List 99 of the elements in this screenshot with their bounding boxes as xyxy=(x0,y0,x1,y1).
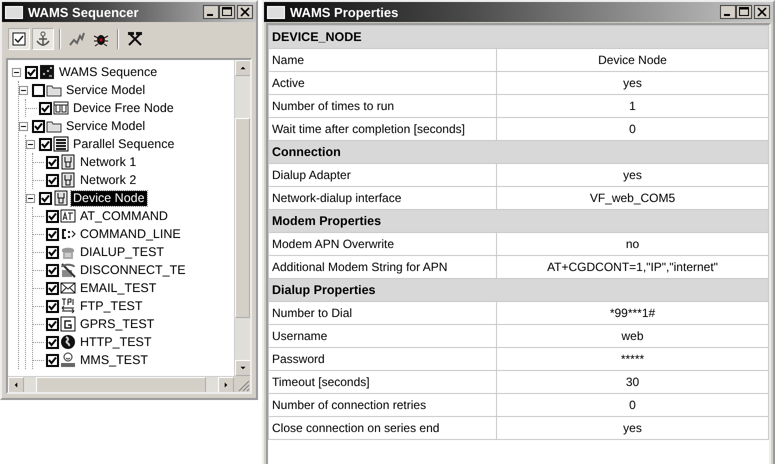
property-name: Number of connection retries xyxy=(268,394,496,416)
section-header: DEVICE_NODE xyxy=(268,26,768,48)
property-name: Number of times to run xyxy=(268,94,496,118)
network-plug-icon xyxy=(60,172,76,188)
tree-item[interactable]: WAMS Sequence xyxy=(57,64,160,80)
tree-item[interactable]: Network 1 xyxy=(78,154,138,170)
tree-item[interactable]: GPRS_TEST xyxy=(78,316,156,332)
close-button[interactable] xyxy=(754,5,770,19)
tree-item[interactable]: Device Node xyxy=(71,190,147,206)
command-prompt-icon xyxy=(60,226,76,242)
collapse-toggle[interactable] xyxy=(19,86,28,94)
tree-item[interactable]: HTTP_TEST xyxy=(78,334,154,350)
checkbox[interactable] xyxy=(46,228,59,240)
tree-item[interactable]: DIALUP_TEST xyxy=(78,244,166,260)
tree-item[interactable]: EMAIL_TEST xyxy=(78,280,158,296)
window-title: WAMS Sequencer xyxy=(28,4,140,20)
collapse-toggle[interactable] xyxy=(19,122,28,130)
disconnect-icon xyxy=(60,262,76,278)
checkbox[interactable] xyxy=(46,210,59,222)
tree-item[interactable]: AT_COMMAND xyxy=(78,208,170,224)
maximize-button[interactable] xyxy=(736,5,752,19)
envelope-icon xyxy=(60,280,76,296)
property-value[interactable]: web xyxy=(496,324,768,348)
globe-icon xyxy=(60,334,76,350)
checkbox[interactable] xyxy=(46,246,59,258)
checkbox[interactable] xyxy=(46,300,59,312)
network-plug-icon xyxy=(60,154,76,170)
property-value[interactable]: 30 xyxy=(496,370,768,394)
at-command-icon xyxy=(60,208,76,224)
property-value[interactable]: 0 xyxy=(496,394,768,416)
window-title: WAMS Properties xyxy=(290,4,400,20)
g-letter-box-icon xyxy=(60,316,76,332)
tree-item[interactable]: Service Model xyxy=(64,82,148,98)
scrollbar-thumb[interactable] xyxy=(36,376,206,392)
list-icon xyxy=(53,136,69,152)
tree-item[interactable]: Device Free Node xyxy=(71,100,176,116)
property-name: Close connection on series end xyxy=(268,416,496,440)
sequence-icon xyxy=(39,64,55,80)
property-name: Username xyxy=(268,324,496,348)
section-header: Connection xyxy=(268,140,768,164)
property-name: Active xyxy=(268,72,496,94)
property-name: Dialup Adapter xyxy=(268,164,496,186)
property-value[interactable]: yes xyxy=(496,72,768,94)
property-value[interactable]: *99***1# xyxy=(496,302,768,324)
minimize-button[interactable] xyxy=(203,5,219,19)
node-icon xyxy=(53,100,69,116)
checkbox[interactable] xyxy=(32,120,45,132)
checkbox[interactable] xyxy=(32,84,45,96)
section-header: Dialup Properties xyxy=(268,278,768,302)
hammer-tools-icon xyxy=(127,31,143,47)
property-value[interactable]: no xyxy=(496,232,768,256)
property-value[interactable]: yes xyxy=(496,416,768,440)
tree-item[interactable]: MMS_TEST xyxy=(78,352,150,368)
checkbox-icon xyxy=(11,31,27,47)
horizontal-scrollbar[interactable] xyxy=(8,376,234,392)
tree-item[interactable]: Service Model xyxy=(64,118,148,134)
checkbox[interactable] xyxy=(25,66,38,78)
window-icon xyxy=(5,6,23,18)
line-chart-icon xyxy=(69,31,85,47)
close-button[interactable] xyxy=(237,5,253,19)
tree-item[interactable]: COMMAND_LINE xyxy=(78,226,183,242)
checkbox[interactable] xyxy=(46,354,59,366)
toolbar-button[interactable] xyxy=(32,28,54,50)
checkbox[interactable] xyxy=(46,318,59,330)
property-name: Password xyxy=(268,348,496,370)
checkbox[interactable] xyxy=(46,156,59,168)
checkbox[interactable] xyxy=(39,138,52,150)
collapse-toggle[interactable] xyxy=(26,140,35,148)
anchor-icon xyxy=(35,31,51,47)
checkbox[interactable] xyxy=(46,336,59,348)
tree-item[interactable]: Network 2 xyxy=(78,172,138,188)
property-name: Number to Dial xyxy=(268,302,496,324)
section-header: Modem Properties xyxy=(268,210,768,232)
tree-item[interactable]: DISCONNECT_TE xyxy=(78,262,188,278)
property-value[interactable]: Device Node xyxy=(496,48,768,72)
property-name: Modem APN Overwrite xyxy=(268,232,496,256)
scrollbar-thumb[interactable] xyxy=(235,118,250,318)
checkbox[interactable] xyxy=(46,174,59,186)
property-value[interactable]: yes xyxy=(496,164,768,186)
tree-item[interactable]: Parallel Sequence xyxy=(71,136,176,152)
window-icon xyxy=(267,6,285,18)
checkbox[interactable] xyxy=(46,264,59,276)
property-name: Name xyxy=(268,48,496,72)
maximize-button[interactable] xyxy=(219,5,235,19)
checkbox[interactable] xyxy=(46,282,59,294)
vertical-scrollbar[interactable] xyxy=(234,60,250,376)
smiley-message-icon xyxy=(60,352,76,368)
toolbar-button[interactable] xyxy=(8,28,30,50)
tree-item[interactable]: FTP_TEST xyxy=(78,298,145,314)
collapse-toggle[interactable] xyxy=(12,68,21,76)
checkbox[interactable] xyxy=(39,102,52,114)
checkbox[interactable] xyxy=(39,192,52,204)
network-plug-icon xyxy=(53,190,69,206)
property-value[interactable]: 1 xyxy=(496,94,768,118)
property-value[interactable]: ***** xyxy=(496,348,768,370)
collapse-toggle[interactable] xyxy=(26,194,35,202)
property-name: Timeout [seconds] xyxy=(268,370,496,394)
transfer-arrows-icon xyxy=(60,298,76,314)
minimize-button[interactable] xyxy=(720,5,736,19)
